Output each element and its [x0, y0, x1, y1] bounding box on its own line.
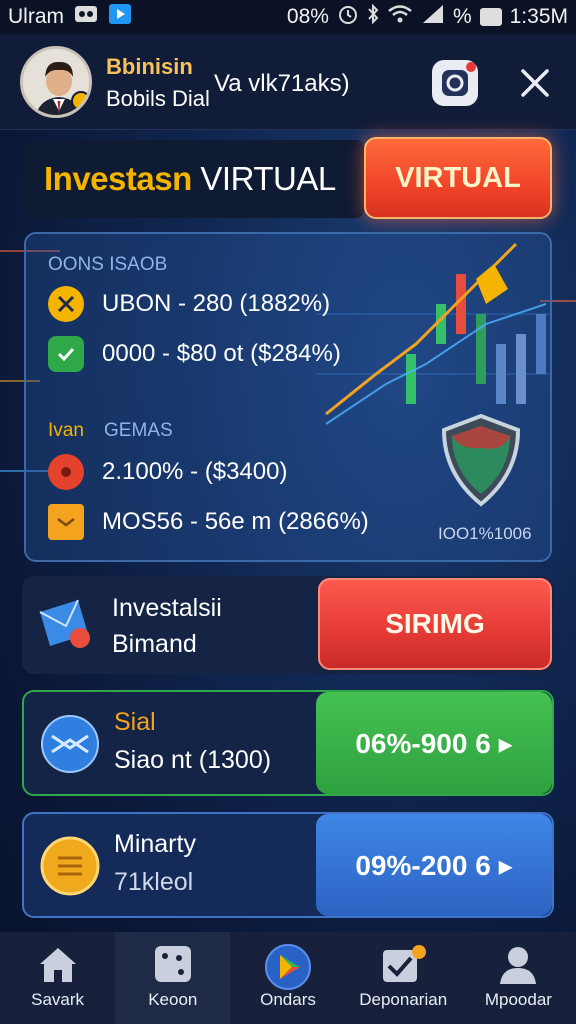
- profile-icon: [500, 947, 537, 984]
- battery-percent: 08%: [286, 5, 329, 28]
- row-text: UBON - 280 (1882%): [102, 290, 331, 317]
- close-icon: [521, 69, 549, 97]
- gold-coin-icon: [40, 836, 100, 896]
- card-title: Minarty: [114, 830, 196, 858]
- checklist-icon: [383, 945, 427, 982]
- header-subtitle: Bobils Dial: [106, 86, 210, 111]
- candle: [516, 334, 526, 404]
- row-text: 2.100% - ($3400): [102, 458, 288, 485]
- status-badge: [71, 91, 89, 111]
- row-text: MOS56 - 56e m (2866%): [102, 508, 369, 535]
- header-middle-text: Va vlk71aks): [214, 70, 350, 97]
- nav-label: Ondars: [260, 990, 316, 1009]
- card-subtitle: Bimand: [112, 630, 197, 658]
- alarm-icon: [337, 3, 359, 31]
- page-title: Investasn Virtual: [44, 160, 336, 198]
- nav-item-ondars[interactable]: Ondars: [230, 932, 345, 1024]
- camera-icon: [442, 70, 468, 96]
- camera-button[interactable]: [432, 60, 478, 106]
- dice-icon: [154, 946, 191, 982]
- bluetooth-icon: [367, 3, 379, 31]
- clock: 1:35M: [509, 5, 568, 28]
- box-icon: [48, 504, 84, 540]
- invest-card: Investalsii Bimand SIRIMG: [22, 576, 554, 674]
- list-item[interactable]: UBON - 280 (1882%): [48, 286, 330, 322]
- header-title: Bbinisin: [106, 54, 193, 79]
- signal-action-button[interactable]: 06%-900 6 ▸: [316, 692, 552, 794]
- play-icon: [108, 3, 132, 31]
- minarty-action-button[interactable]: 09%-200 6 ▸: [316, 814, 552, 916]
- title-part2: Virtual: [200, 160, 336, 197]
- nav-label: Mpoodar: [484, 990, 552, 1009]
- carrier-label: Ulram: [8, 5, 64, 28]
- percent-sign: %: [452, 5, 472, 28]
- signal-card: Sial Siao nt (1300) 06%-900 6 ▸: [22, 690, 554, 796]
- signal-icon: [421, 4, 445, 30]
- list-item[interactable]: 2.100% - ($3400): [48, 454, 287, 490]
- notification-dot: [466, 62, 476, 72]
- screen-record-icon: [74, 4, 98, 30]
- nav-item-keoon[interactable]: Keoon: [115, 932, 231, 1024]
- virtual-button[interactable]: VIRTUAL: [364, 137, 552, 219]
- page-title-bar: Investasn Virtual: [24, 140, 364, 218]
- blue-emblem-icon: [41, 715, 99, 773]
- card-subtitle: 71kleol: [114, 868, 194, 896]
- bottom-nav: Savark Keoon Ondars Deponarian Mpoodar: [0, 932, 576, 1024]
- shield-icon[interactable]: [438, 412, 524, 508]
- check-shield-icon: [48, 336, 84, 372]
- battery-icon: [479, 8, 502, 26]
- card-subtitle: Siao nt (1300): [114, 746, 272, 774]
- nav-label: Deponarian: [359, 990, 448, 1009]
- arrow-icon: [476, 264, 508, 304]
- close-button[interactable]: [512, 60, 558, 106]
- portfolio-panel: OONS ISAOB UBON - 280 (1882%) 0000 - $80…: [24, 232, 552, 562]
- app-header: Bbinisin Bobils Dial Va vlk71aks): [0, 34, 576, 130]
- avatar[interactable]: [20, 46, 92, 118]
- panel-footer: IOO1%1006: [438, 524, 532, 543]
- home-icon: [39, 948, 76, 982]
- candle: [406, 354, 416, 404]
- envelope-icon: [39, 599, 90, 648]
- candle: [496, 344, 506, 404]
- card-title: Sial: [114, 708, 156, 736]
- section-label: OONS ISAOB: [48, 254, 168, 275]
- list-item[interactable]: MOS56 - 56e m (2866%): [48, 504, 369, 540]
- nav-item-savark[interactable]: Savark: [0, 932, 115, 1024]
- sirimg-button[interactable]: SIRIMG: [318, 578, 552, 670]
- title-part1: Investasn: [44, 160, 192, 197]
- play-store-icon: [265, 944, 311, 990]
- wifi-icon: [387, 4, 413, 30]
- nav-item-deponarian[interactable]: Deponarian: [346, 932, 461, 1024]
- status-bar: Ulram 08% % 1:35M: [0, 0, 576, 34]
- nav-label: Savark: [31, 990, 85, 1009]
- nav-item-mpoodar[interactable]: Mpoodar: [461, 932, 576, 1024]
- section-label: GEMAS: [104, 420, 173, 441]
- row-text: 0000 - $80 ot ($284%): [102, 340, 341, 367]
- gear-icon: [48, 454, 84, 490]
- candle: [536, 314, 546, 374]
- minarty-card: Minarty 71kleol 09%-200 6 ▸: [22, 812, 554, 918]
- nav-label: Keoon: [148, 990, 198, 1009]
- list-item[interactable]: 0000 - $80 ot ($284%): [48, 336, 341, 372]
- card-title: Investalsii: [112, 594, 222, 622]
- section-label: Ivan: [48, 420, 84, 441]
- antenna-icon: [48, 286, 84, 322]
